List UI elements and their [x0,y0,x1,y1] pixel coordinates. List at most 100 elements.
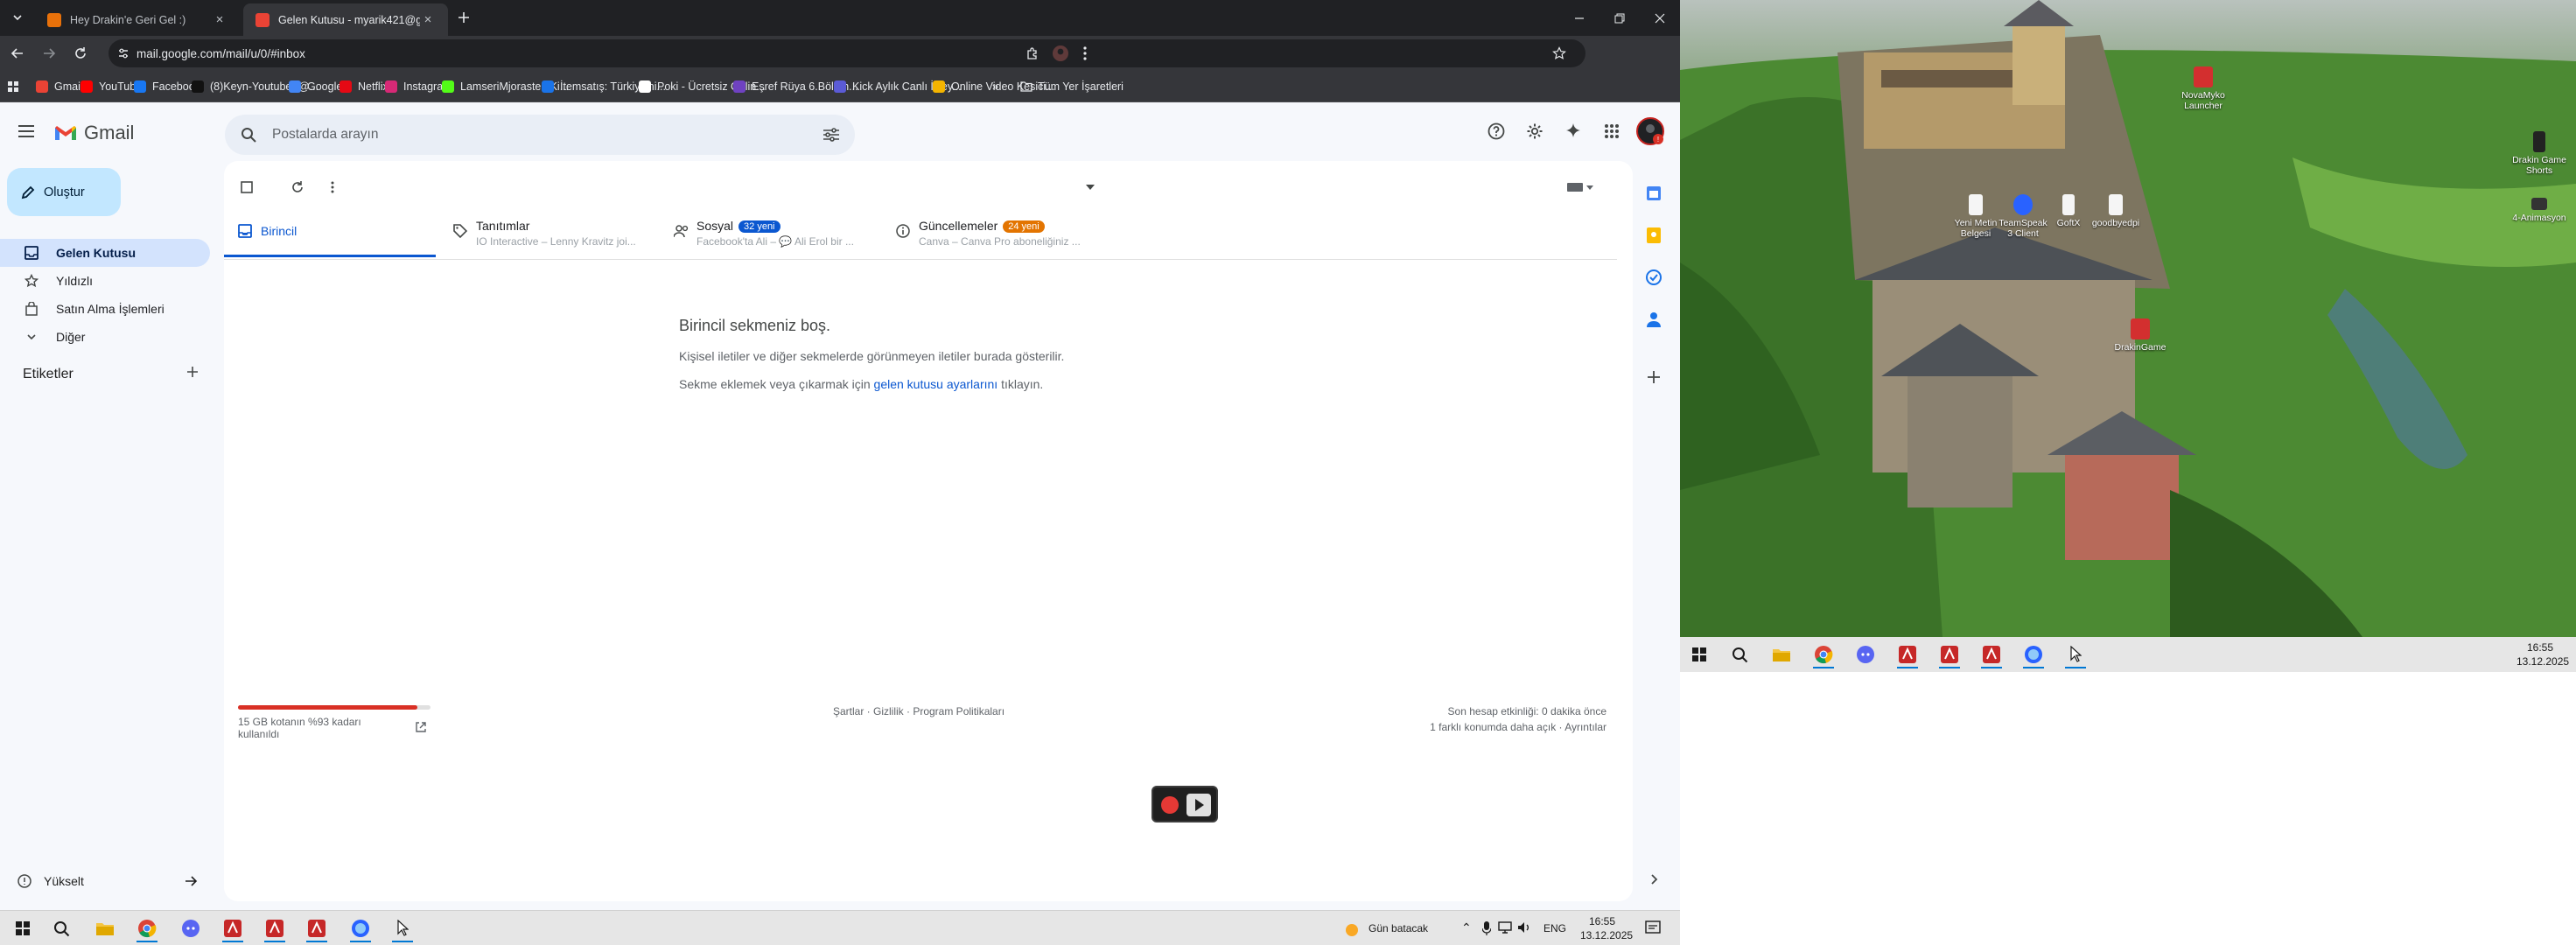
apps-grid-icon[interactable] [8,81,18,92]
keep-addon[interactable] [1642,223,1666,248]
search-bar[interactable]: Postalarda arayın [225,115,855,155]
compose-button[interactable]: Oluştur [7,168,121,216]
minimize-button[interactable] [1559,0,1600,36]
all-bookmarks[interactable]: Tüm Yer İşaretleri [1020,78,1124,95]
search-button[interactable] [1724,640,1755,668]
teamspeak-button[interactable] [345,914,376,942]
tab-drakin[interactable]: Hey Drakin'e Geri Gel :) × [35,4,240,36]
record-icon[interactable] [1160,795,1180,815]
clock-date[interactable]: 13.12.2025 [2516,655,2569,668]
bookmark-item[interactable]: Gmail [36,78,83,95]
extensions-puzzle-icon[interactable] [1018,39,1046,67]
file-explorer-button[interactable] [1766,640,1797,668]
more-options-button[interactable] [318,173,346,201]
back-button[interactable] [4,39,32,67]
forward-button[interactable] [35,39,63,67]
new-tab-button[interactable] [450,4,478,32]
bookmark-item[interactable]: Facebook [134,78,200,95]
tab-gmail-inbox[interactable]: Gelen Kutusu - myarik421@g... × [243,4,448,36]
app-button-4[interactable] [2060,640,2091,668]
select-dropdown[interactable] [254,173,266,201]
app-button-3[interactable] [1976,640,2007,668]
tab-social[interactable]: Sosyal 32 yeni Facebook'ta Ali – 💬 Ali Er… [660,206,872,257]
site-info-icon[interactable] [117,47,130,60]
gemini-button[interactable] [1559,117,1587,145]
start-button[interactable] [1684,640,1715,668]
play-icon[interactable] [1186,794,1211,816]
clock-time[interactable]: 16:55 [2527,641,2553,654]
tab-search-button[interactable] [4,4,32,32]
tasks-addon[interactable] [1642,265,1666,290]
search-icon[interactable] [241,127,256,143]
footer-links[interactable]: Şartlar · Gizlilik · Program Politikalar… [833,705,1004,718]
notification-icon[interactable] [1645,920,1661,936]
other-sessions[interactable]: 1 farklı konumda daha açık · Ayrıntılar [1430,721,1606,733]
app-button-4[interactable] [387,914,418,942]
add-label-button[interactable] [186,365,203,382]
settings-button[interactable] [1521,117,1549,145]
refresh-button[interactable] [284,173,312,201]
chrome-button[interactable] [1808,640,1839,668]
clock-date[interactable]: 13.12.2025 [1580,929,1633,942]
bookmark-item[interactable]: Google [289,78,342,95]
calendar-addon[interactable] [1642,181,1666,206]
app-button-2[interactable] [1934,640,1965,668]
tray-overflow-icon[interactable]: ⌃ [1461,920,1472,935]
app-button-2[interactable] [259,914,290,942]
main-menu-button[interactable] [12,117,40,145]
tab-primary[interactable]: Birincil [224,206,436,257]
discord-button[interactable] [1850,640,1881,668]
inbox-settings-link[interactable]: gelen kutusu ayarlarını [874,377,998,391]
bookmarks-overflow[interactable]: » [992,78,998,95]
filter-options-icon[interactable] [823,128,839,142]
sort-dropdown[interactable] [1076,173,1104,201]
show-side-panel-button[interactable] [1642,867,1666,892]
app-button-1[interactable] [217,914,248,942]
teamspeak-button[interactable] [2018,640,2049,668]
screen-recorder-widget[interactable] [1152,786,1218,822]
chrome-button[interactable] [131,914,163,942]
close-icon[interactable]: × [212,12,228,27]
discord-button[interactable] [175,914,206,942]
desktop-icon-animasyon[interactable]: 4-Animasyon [2511,198,2567,223]
google-apps-button[interactable] [1598,117,1626,145]
volume-icon[interactable] [1517,921,1531,934]
sidebar-item-purchases[interactable]: Satın Alma İşlemleri [0,295,210,323]
microphone-icon[interactable] [1482,921,1491,935]
address-bar[interactable]: mail.google.com/mail/u/0/#inbox [108,39,1586,67]
close-icon[interactable]: × [420,12,436,27]
star-icon[interactable] [1552,46,1566,60]
help-button[interactable] [1482,117,1510,145]
upgrade-button[interactable]: Yükselt [18,868,206,894]
search-button[interactable] [46,914,77,942]
external-link-icon[interactable] [415,721,427,733]
reload-button[interactable] [66,39,94,67]
desktop-icon-drakin-shorts[interactable]: Drakin Game Shorts [2511,131,2567,176]
sidebar-item-more[interactable]: Diğer [0,323,210,351]
search-input[interactable]: Postalarda arayın [272,127,379,143]
account-avatar[interactable]: ! [1636,117,1664,145]
sidebar-item-starred[interactable]: Yıldızlı [0,267,210,295]
desktop-icon-goodbyedpi[interactable]: goodbyedpi [2088,194,2144,228]
app-button-3[interactable] [301,914,332,942]
tab-updates[interactable]: Güncellemeler 24 yeni Canva – Canva Pro a… [882,206,1094,257]
file-explorer-button[interactable] [89,914,121,942]
start-button[interactable] [7,914,38,942]
app-button-1[interactable] [1892,640,1923,668]
contacts-addon[interactable] [1642,307,1666,332]
weather-text[interactable]: Gün batacak [1368,922,1428,934]
sidebar-item-inbox[interactable]: Gelen Kutusu [0,239,210,267]
network-icon[interactable] [1498,921,1512,934]
input-language[interactable]: ENG [1544,922,1566,934]
desktop-icon-novamyko[interactable]: NovaMyko Launcher [2175,66,2231,111]
clock-time[interactable]: 16:55 [1589,915,1615,928]
weather-icon[interactable] [1342,919,1362,938]
get-addons-button[interactable] [1642,365,1666,389]
bookmark-item[interactable]: Netflix [340,78,388,95]
close-window-button[interactable] [1640,0,1680,36]
tab-promotions[interactable]: Tanıtımlar IO Interactive – Lenny Kravit… [439,206,651,257]
bookmark-item[interactable]: YouTube [80,78,142,95]
gmail-logo[interactable]: Gmail [54,122,134,144]
browser-menu-button[interactable] [1071,39,1099,67]
input-tools-button[interactable] [1563,173,1598,201]
